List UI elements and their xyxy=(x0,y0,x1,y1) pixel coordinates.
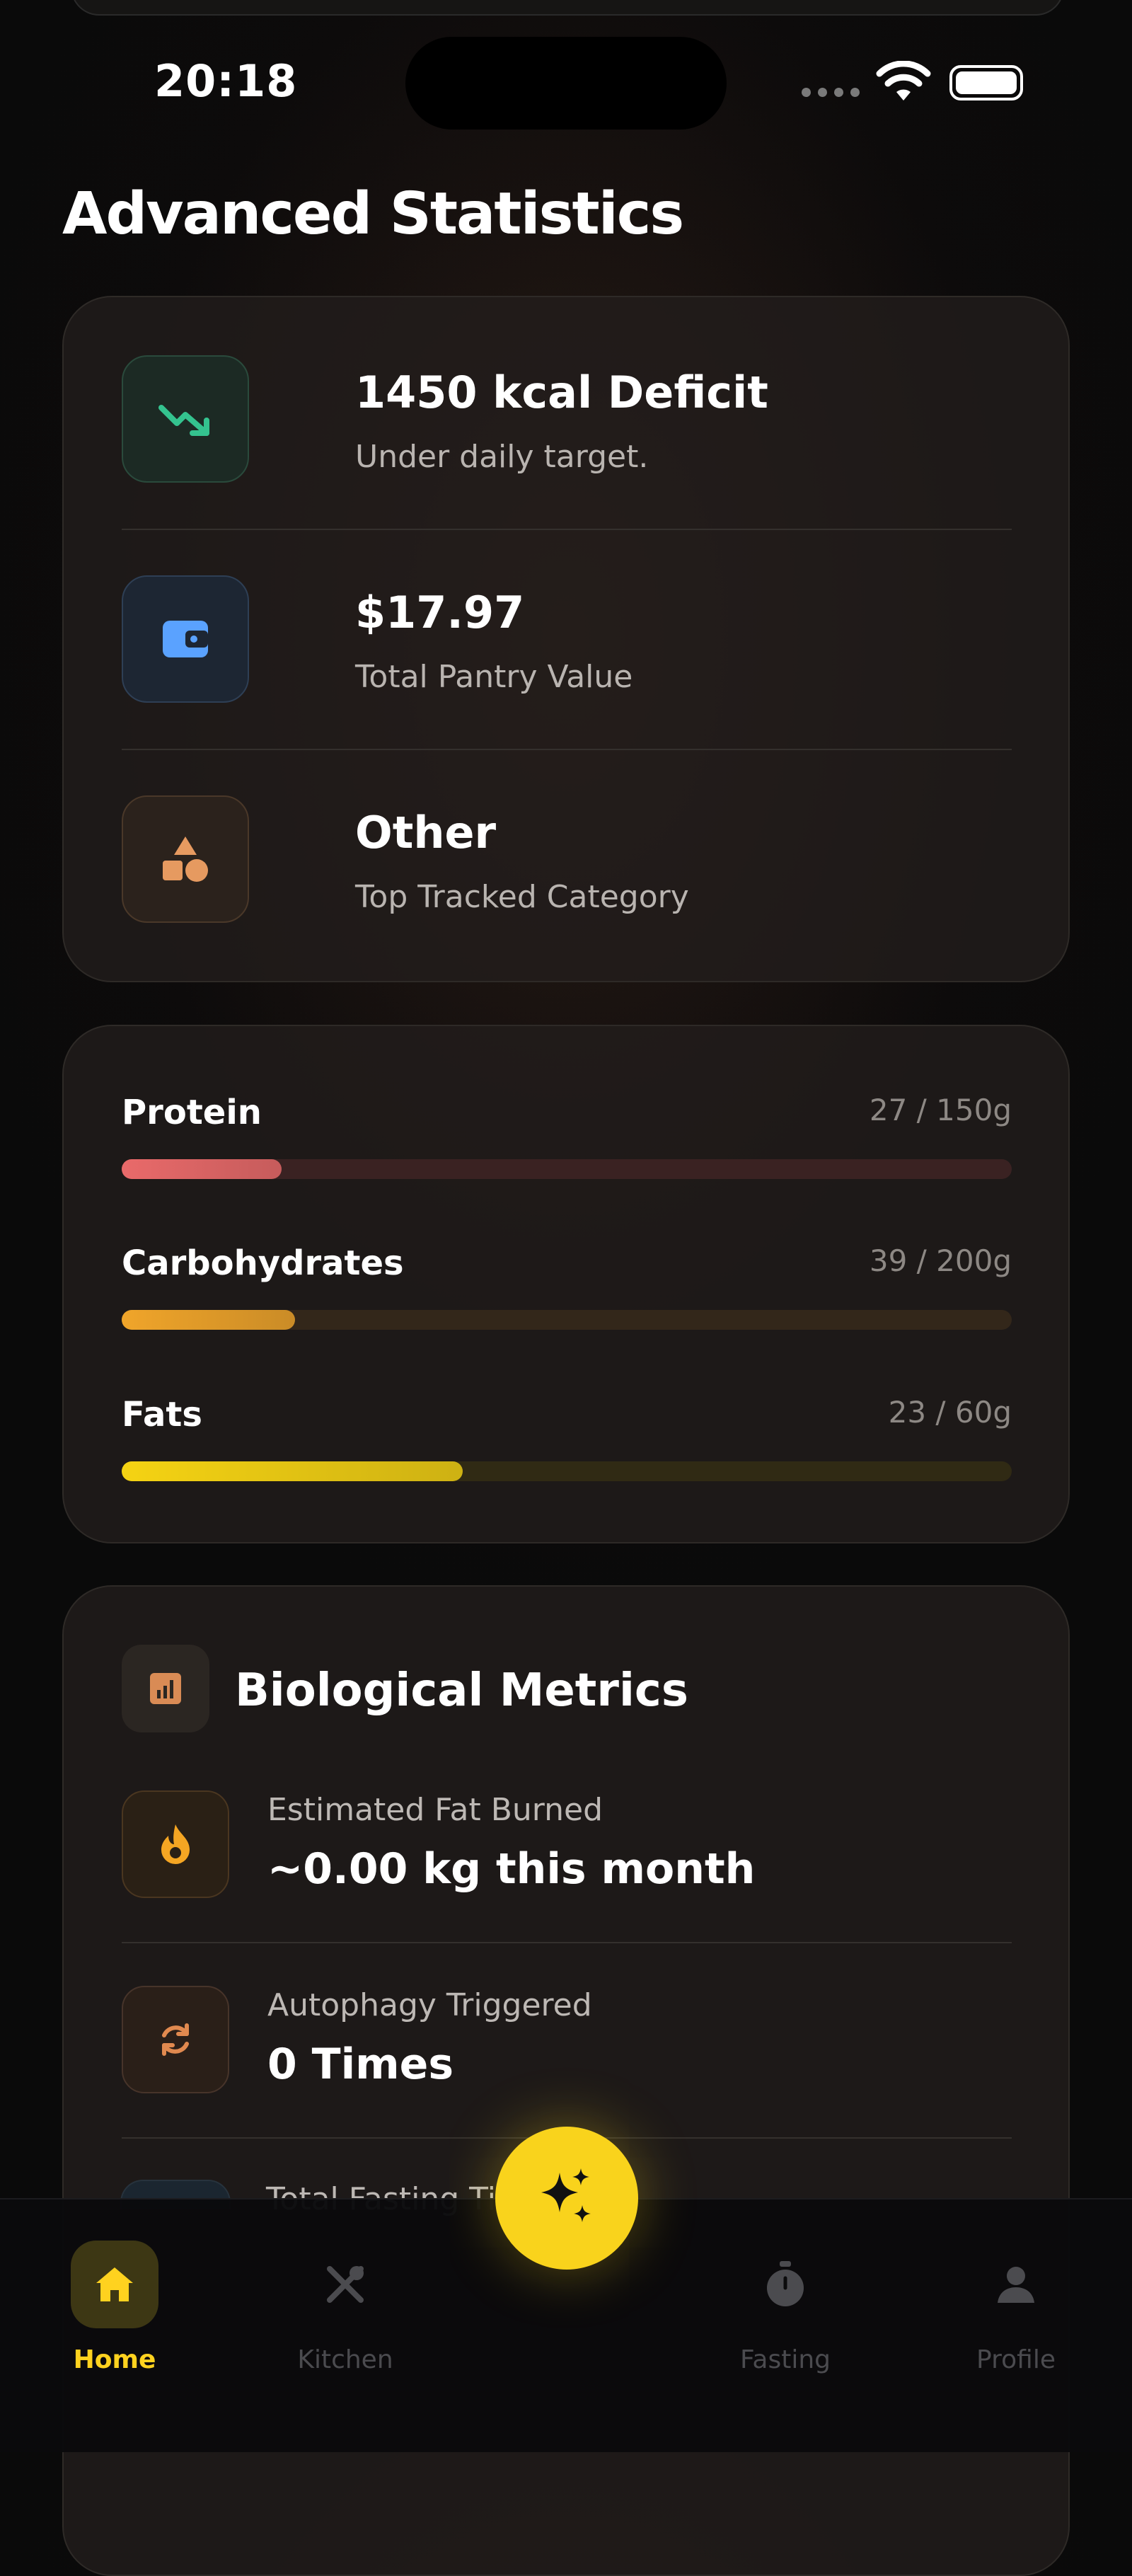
nav-label: Fasting xyxy=(739,2345,831,2374)
nav-label: Profile xyxy=(976,2345,1056,2374)
nav-label: Home xyxy=(73,2345,156,2374)
dynamic-island xyxy=(405,37,727,130)
pantry-value: $17.97 xyxy=(355,587,525,638)
top-category-value: Other xyxy=(355,807,497,858)
metric-label: Autophagy Triggered xyxy=(267,1987,592,2023)
nav-label: Kitchen xyxy=(297,2345,393,2374)
macro-amount: 27 / 150g xyxy=(869,1093,1012,1127)
pantry-value-row: $17.97 Total Pantry Value xyxy=(122,517,1012,737)
nav-fasting[interactable]: Fasting xyxy=(715,2221,856,2374)
progress-track xyxy=(122,1461,1012,1481)
wallet-icon xyxy=(122,575,249,703)
macro-name: Fats xyxy=(122,1395,202,1434)
macro-carbohydrates: Carbohydrates 39 / 200g xyxy=(122,1243,1012,1385)
utensils-icon xyxy=(301,2241,389,2328)
trending-down-icon xyxy=(122,355,249,483)
macro-fats: Fats 23 / 60g xyxy=(122,1395,1012,1536)
refresh-icon xyxy=(122,1986,229,2093)
progress-fill xyxy=(122,1310,296,1330)
pantry-value-label: Total Pantry Value xyxy=(355,659,633,695)
calorie-deficit-label: Under daily target. xyxy=(355,439,649,475)
user-icon xyxy=(972,2241,1060,2328)
top-category-label: Top Tracked Category xyxy=(355,879,689,915)
macro-name: Protein xyxy=(122,1093,262,1132)
nav-profile[interactable]: Profile xyxy=(945,2221,1087,2374)
previous-card-edge xyxy=(71,0,1064,16)
progress-fill xyxy=(122,1461,463,1481)
home-icon xyxy=(71,2241,158,2328)
macros-card: Protein 27 / 150g Carbohydrates 39 / 200… xyxy=(62,1025,1070,1543)
progress-track xyxy=(122,1310,1012,1330)
status-time: 20:18 xyxy=(154,55,298,107)
section-title: Biological Metrics xyxy=(235,1664,688,1717)
wifi-icon xyxy=(875,60,932,106)
calorie-deficit-row: 1450 kcal Deficit Under daily target. xyxy=(122,297,1012,517)
nav-kitchen[interactable]: Kitchen xyxy=(275,2221,416,2374)
ai-assistant-button[interactable] xyxy=(495,2127,638,2270)
fat-burned-row: Estimated Fat Burned ~0.00 kg this month xyxy=(122,1790,1012,1986)
macro-amount: 39 / 200g xyxy=(869,1243,1012,1278)
bar-chart-icon xyxy=(122,1645,209,1732)
divider xyxy=(122,1942,1012,1943)
stopwatch-icon xyxy=(741,2241,829,2328)
nav-home[interactable]: Home xyxy=(44,2221,185,2374)
metric-value: 0 Times xyxy=(267,2040,454,2089)
summary-card: 1450 kcal Deficit Under daily target. $1… xyxy=(62,296,1070,982)
macro-name: Carbohydrates xyxy=(122,1243,404,1283)
metric-label: Estimated Fat Burned xyxy=(267,1792,603,1828)
page-title: Advanced Statistics xyxy=(62,180,684,248)
sparkles-icon xyxy=(531,2161,602,2235)
progress-fill xyxy=(122,1159,282,1179)
flame-icon xyxy=(122,1790,229,1898)
calorie-deficit-value: 1450 kcal Deficit xyxy=(355,367,768,418)
cellular-signal-icon xyxy=(802,88,860,97)
macro-amount: 23 / 60g xyxy=(888,1395,1012,1430)
progress-track xyxy=(122,1159,1012,1179)
macro-protein: Protein 27 / 150g xyxy=(122,1093,1012,1234)
battery-icon xyxy=(949,65,1023,100)
top-category-row: Other Top Tracked Category xyxy=(122,737,1012,958)
shapes-icon xyxy=(122,795,249,923)
metric-value: ~0.00 kg this month xyxy=(267,1844,756,1894)
